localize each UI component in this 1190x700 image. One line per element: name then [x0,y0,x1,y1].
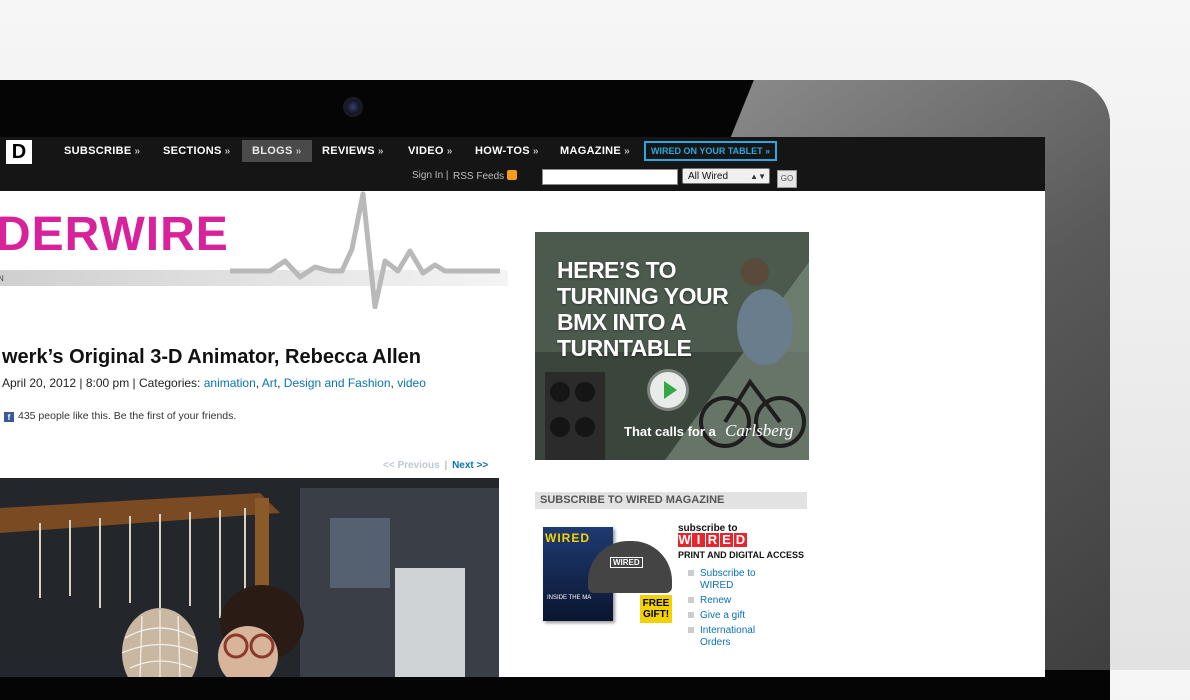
nav-how-tos[interactable]: HOW-TOS» [465,140,549,162]
ad-headline-line-2: TURNING YOUR [557,283,729,309]
category-link-design[interactable]: Design and Fashion [284,376,391,390]
masthead-subtitle: N [0,274,4,283]
subscribe-promo-image[interactable]: WIRED INSIDE THE MA WIRED FREE GIFT! [543,527,674,623]
wired-logo[interactable]: D [6,140,32,164]
ad-headline-line-3: BMX INTO A [557,309,687,335]
subscribe-link[interactable]: Subscribe to WIRED [688,568,770,592]
top-navigation: D SUBSCRIBE» SECTIONS» BLOGS» REVIEWS» V… [0,137,1045,191]
facebook-like-text: 435 people like this. Be the first of yo… [18,410,237,422]
nav-reviews-label: REVIEWS [322,145,375,157]
facebook-icon: f [4,412,14,422]
wired-on-tablet-link[interactable]: WIRED ON YOUR TABLET » [644,141,778,161]
play-icon[interactable] [650,372,686,408]
category-link-animation[interactable]: animation [204,376,256,390]
sign-in-link[interactable]: Sign In | [412,170,449,181]
subscribe-header: SUBSCRIBE TO WIRED MAGAZINE [535,492,807,509]
carlsberg-ad[interactable]: HERE’S TO TURNING YOUR BMX INTO A TURNTA… [535,232,809,460]
free-gift-line-2: GIFT! [642,609,670,620]
nav-subscribe-label: SUBSCRIBE [64,145,132,157]
wired-wordmark: W I R E D [678,533,747,547]
ad-headline: HERE’S TO TURNING YOUR BMX INTO A TURNTA… [557,257,729,361]
nav-reviews[interactable]: REVIEWS» [312,140,394,162]
wordmark-letter: D [734,532,747,547]
ad-tagline: That calls for a [624,424,716,439]
browser-screen: D SUBSCRIBE» SECTIONS» BLOGS» REVIEWS» V… [0,137,1045,677]
nav-video[interactable]: VIDEO» [398,140,463,162]
facebook-like[interactable]: f 435 people like this. Be the first of y… [4,410,236,422]
magazine-cover-line: INSIDE THE MA [547,595,592,601]
carlsberg-logo: Carlsberg [725,421,794,440]
article-time: 8:00 pm [85,376,130,390]
article-photo[interactable] [0,478,499,677]
nav-sections[interactable]: SECTIONS» [153,140,241,162]
category-link-art[interactable]: Art [262,376,277,390]
give-gift-link[interactable]: Give a gift [688,610,770,622]
blog-masthead[interactable]: DERWIRE [0,207,229,262]
nav-blogs[interactable]: BLOGS» [242,140,312,162]
cap-logo: WIRED [610,557,643,568]
categories-label: Categories: [139,376,201,390]
nav-blogs-label: BLOGS [252,145,293,157]
article-meta: April 20, 2012 | 8:00 pm | Categories: a… [2,376,426,390]
international-orders-link[interactable]: International Orders [688,625,770,649]
post-pager: << Previous | Next >> [383,460,488,471]
ad-headline-line-1: HERE’S TO [557,257,677,283]
article-date: April 20, 2012 [2,376,77,390]
magazine-logo: WIRED [545,531,590,545]
nav-how-tos-label: HOW-TOS [475,145,530,157]
wordmark-letter: W [678,532,691,547]
nav-magazine[interactable]: MAGAZINE» [550,140,640,162]
chevron-double-right-icon: » [295,146,302,157]
nav-video-label: VIDEO [408,145,444,157]
next-link[interactable]: Next >> [452,460,488,471]
free-gift-line-1: FREE [642,598,670,609]
chevron-double-right-icon: » [377,146,384,157]
article-title[interactable]: werk’s Original 3-D Animator, Rebecca Al… [2,346,421,369]
print-digital-label: PRINT AND DIGITAL ACCESS [678,550,805,560]
ad-headline-line-4: TURNTABLE [557,335,692,361]
rss-icon [507,170,518,180]
chevron-double-right-icon: » [532,146,539,157]
nav-magazine-label: MAGAZINE [560,145,622,157]
renew-link[interactable]: Renew [688,595,770,607]
chevron-double-right-icon: » [224,146,231,157]
search-input[interactable] [542,169,678,185]
chevron-double-right-icon: » [446,146,453,157]
search-scope-value: All Wired [688,171,729,182]
rss-feeds-link[interactable]: RSS Feeds [453,170,518,182]
subscribe-links: Subscribe to WIRED Renew Give a gift Int… [688,568,770,652]
sign-in-label: Sign In [412,170,444,181]
chevron-double-right-icon: » [624,146,630,157]
pager-separator: | [444,460,448,471]
wordmark-letter: I [692,533,705,547]
heartbeat-graphic [230,191,500,309]
search-scope-select[interactable]: All Wired ▲▼ [682,168,770,184]
free-gift-badge: FREE GIFT! [640,595,672,623]
camera-icon [343,97,363,117]
chevron-double-right-icon: » [134,146,141,157]
previous-link[interactable]: << Previous [383,460,440,471]
rss-feeds-label: RSS Feeds [453,171,505,182]
category-link-video[interactable]: video [397,376,426,390]
select-arrows-icon: ▲▼ [750,172,766,181]
wordmark-letter: R [706,532,719,547]
search-go-button[interactable]: GO [777,170,797,188]
nav-sections-label: SECTIONS [163,145,222,157]
separator: | [445,170,449,181]
nav-subscribe[interactable]: SUBSCRIBE» [54,140,150,162]
wordmark-letter: E [720,533,733,547]
photo-scene [0,478,499,677]
